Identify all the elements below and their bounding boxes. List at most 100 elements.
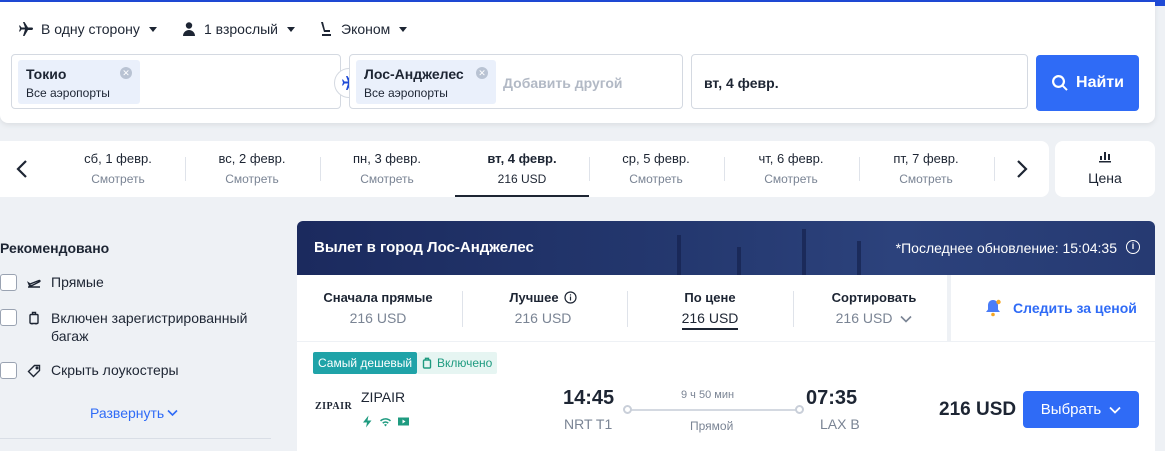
- seat-icon: [321, 22, 331, 36]
- cabin-select[interactable]: Эконом: [318, 18, 408, 40]
- airline-logo: ZIPAIR: [315, 401, 353, 412]
- next-dates-button[interactable]: [1008, 155, 1036, 183]
- chevron-down-icon: [287, 26, 295, 32]
- destination-field[interactable]: Лос-Анджелес Все аэропорты ✕ Добавить др…: [349, 54, 683, 109]
- date-tab-label: ср, 5 февр.: [622, 151, 690, 166]
- tag-icon: [27, 364, 41, 378]
- info-icon[interactable]: i: [1126, 240, 1140, 254]
- origin-airports: Все аэропорты: [26, 86, 110, 100]
- luggage-icon: [29, 311, 39, 325]
- sort-value: 216 USD: [349, 310, 407, 326]
- person-icon: [183, 22, 195, 36]
- price-watch-label: Следить за ценой: [1013, 300, 1137, 316]
- destination-city: Лос-Анджелес: [364, 66, 464, 82]
- chevron-down-icon: [148, 26, 157, 32]
- origin-field[interactable]: Токио Все аэропорты ✕: [11, 54, 341, 109]
- chevron-down-icon: [1109, 406, 1121, 414]
- sort-value: 216 USD: [836, 310, 913, 326]
- date-tab-label: чт, 6 февр.: [758, 151, 824, 166]
- sort-label: По цене: [629, 290, 791, 305]
- depart-airport: NRT T1: [564, 416, 613, 432]
- plane-icon: [19, 22, 33, 36]
- sort-value-text: 216 USD: [835, 310, 893, 326]
- amenities: [361, 415, 410, 428]
- sort-label: Сортировать: [793, 290, 955, 305]
- checkbox[interactable]: [0, 309, 17, 326]
- sort-direct-first[interactable]: Сначала прямые 216 USD: [297, 275, 459, 341]
- find-button[interactable]: Найти: [1036, 55, 1139, 111]
- sort-label-text: Лучшее: [509, 290, 559, 305]
- date-tab-label: вс, 2 февр.: [218, 151, 286, 166]
- chevron-left-icon: [16, 160, 27, 178]
- date-field[interactable]: вт, 4 февр.: [691, 54, 1028, 109]
- sort-bar: Сначала прямые 216 USD Лучшее 216 USD По…: [297, 275, 947, 341]
- info-icon[interactable]: [563, 291, 577, 304]
- checkbox[interactable]: [0, 362, 17, 379]
- banner-decoration: [857, 241, 861, 275]
- sort-label-text: По цене: [684, 290, 736, 305]
- date-tab-5[interactable]: чт, 6 февр. Смотреть: [724, 141, 858, 197]
- sort-best[interactable]: Лучшее 216 USD: [462, 275, 624, 341]
- filter-label: Включен зарегистрированный багаж: [51, 310, 248, 344]
- cabin-label: Эконом: [341, 21, 391, 37]
- divider: [0, 438, 271, 439]
- clear-origin-icon[interactable]: ✕: [120, 67, 132, 79]
- price-chart-toggle[interactable]: Цена: [1055, 141, 1155, 197]
- passengers-select[interactable]: 1 взрослый: [181, 18, 295, 40]
- date-strip: сб, 1 февр. Смотреть вс, 2 февр. Смотрет…: [0, 141, 1049, 197]
- route-line: [627, 409, 801, 411]
- checkbox[interactable]: [0, 274, 17, 291]
- banner-decoration: [677, 235, 681, 275]
- arrive-time: 07:35: [806, 387, 858, 409]
- date-tab-price: Смотреть: [91, 172, 145, 186]
- trip-type-select[interactable]: В одну сторону: [18, 18, 157, 40]
- prev-dates-button[interactable]: [8, 155, 36, 183]
- sort-by-price[interactable]: По цене 216 USD: [629, 275, 791, 341]
- filter-label: Прямые: [51, 274, 104, 290]
- flight-card[interactable]: Самый дешевый Включено ZIPAIR ZIPAIR 14:…: [297, 342, 1155, 451]
- origin-chip[interactable]: Токио Все аэропорты ✕: [18, 60, 140, 104]
- date-tab-0[interactable]: сб, 1 февр. Смотреть: [51, 141, 185, 197]
- banner-decoration: [802, 229, 806, 275]
- trip-type-label: В одну сторону: [41, 21, 140, 37]
- clear-destination-icon[interactable]: ✕: [476, 67, 488, 79]
- entertainment-icon: [398, 417, 409, 426]
- date-tab-price: Смотреть: [360, 172, 414, 186]
- sort-value: 216 USD: [681, 310, 739, 330]
- expand-label: Развернуть: [90, 405, 165, 421]
- find-label: Найти: [1076, 74, 1124, 91]
- sort-label: Лучшее: [462, 290, 624, 305]
- luggage-icon: [422, 357, 432, 369]
- chevron-right-icon: [1017, 160, 1028, 178]
- banner-title: Вылет в город Лос-Анджелес: [314, 239, 534, 256]
- filter-baggage[interactable]: Включен зарегистрированный багаж: [0, 309, 262, 345]
- route-start-dot: [623, 405, 632, 414]
- select-flight-button[interactable]: Выбрать: [1023, 391, 1139, 428]
- date-value: вт, 4 февр.: [704, 75, 779, 91]
- date-tab-price: Смотреть: [629, 172, 683, 186]
- bar-chart-icon: [1099, 152, 1111, 163]
- date-tab-price: Смотреть: [899, 172, 953, 186]
- flight-duration: 9 ч 50 мин: [681, 389, 735, 401]
- sort-dropdown[interactable]: Сортировать 216 USD: [793, 275, 955, 341]
- date-tab-label: пт, 7 февр.: [893, 151, 959, 166]
- date-tab-1[interactable]: вс, 2 февр. Смотреть: [185, 141, 319, 197]
- results-panel: Вылет в город Лос-Анджелес *Последнее об…: [297, 221, 1155, 451]
- filters-panel: Рекомендовано Прямые Включен зарегистрир…: [0, 221, 280, 451]
- results-banner: Вылет в город Лос-Анджелес *Последнее об…: [297, 221, 1155, 275]
- chevron-down-icon: [900, 315, 912, 323]
- date-tab-4[interactable]: ср, 5 февр. Смотреть: [589, 141, 723, 197]
- add-destination-input[interactable]: Добавить другой: [503, 75, 623, 91]
- destination-chip[interactable]: Лос-Анджелес Все аэропорты ✕: [356, 60, 496, 104]
- date-tab-6[interactable]: пт, 7 февр. Смотреть: [859, 141, 993, 197]
- route-end-dot: [795, 405, 804, 414]
- date-tab-3[interactable]: вт, 4 февр. 216 USD: [455, 141, 589, 197]
- filters-title: Рекомендовано: [0, 240, 110, 256]
- filter-direct[interactable]: Прямые: [0, 274, 104, 291]
- date-tab-2[interactable]: пн, 3 февр. Смотреть: [320, 141, 454, 197]
- expand-filters-link[interactable]: Развернуть: [90, 405, 178, 421]
- filter-lowcost[interactable]: Скрыть лоукостеры: [0, 362, 179, 379]
- included-badge: Включено: [417, 352, 498, 374]
- date-tab-price: Смотреть: [225, 172, 279, 186]
- price-watch-button[interactable]: Следить за ценой: [951, 275, 1155, 341]
